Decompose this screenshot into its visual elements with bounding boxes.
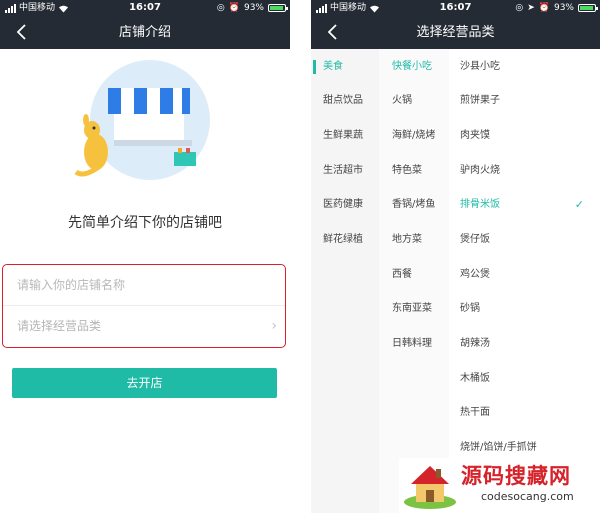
category-item[interactable]: 生活超市 [311,165,379,177]
category-item[interactable]: 美食 [311,61,379,73]
alarm-icon: ⏰ [228,3,240,13]
subcategory-item[interactable]: 快餐小吃 [379,61,449,73]
item-option[interactable]: 胡辣汤 [449,338,600,350]
store-intro-screen: 中国移动 16:07 ◎ ⏰ 93% 店铺介绍 先简单介绍下你的店铺吧 请输入你… [0,0,290,513]
open-store-button[interactable]: 去开店 [12,368,277,398]
subcategory-item[interactable]: 地方菜 [379,234,449,246]
battery-percent: 93% [553,3,574,13]
subcategory-item[interactable]: 特色菜 [379,165,449,177]
nav-bar: 选择经营品类 [311,16,600,49]
category-item[interactable]: 医药健康 [311,199,379,211]
checkmark-icon: ✓ [574,198,584,211]
store-name-row [3,265,285,306]
category-item[interactable]: 甜点饮品 [311,95,379,107]
store-form: 请选择经营品类 › [2,264,286,348]
subcategory-item[interactable]: 日韩料理 [379,338,449,350]
category-select-screen: 中国移动 16:07 ◎ ➤ ⏰ 93% 选择经营品类 美食 甜点饮品 生鲜果蔬… [311,0,600,513]
category-item[interactable]: 鲜花绿植 [311,234,379,246]
watermark-text-cn: 源码搜藏网 [461,464,571,488]
subcategory-item[interactable]: 海鲜/烧烤 [379,130,449,142]
orientation-lock-icon: ◎ [515,3,524,13]
category-select-placeholder: 请选择经营品类 [17,319,102,333]
category-column: 美食 甜点饮品 生鲜果蔬 生活超市 医药健康 鲜花绿植 [311,49,379,513]
orientation-lock-icon: ◎ [216,3,225,13]
subcategory-column: 快餐小吃 火锅 海鲜/烧烤 特色菜 香锅/烤鱼 地方菜 西餐 东南亚菜 日韩料理 [379,49,449,513]
alarm-icon: ⏰ [538,3,550,13]
store-illustration [74,60,210,180]
item-option[interactable]: 煎饼果子 [449,95,600,107]
subcategory-item[interactable]: 东南亚菜 [379,303,449,315]
chevron-right-icon: › [271,318,277,334]
store-name-input[interactable] [17,278,247,292]
item-option[interactable]: 鸡公煲 [449,269,600,281]
item-option[interactable]: 砂锅 [449,303,600,315]
item-option[interactable]: 肉夹馍 [449,130,600,142]
item-option[interactable]: 木桶饭 [449,373,600,385]
nav-bar: 店铺介绍 [0,16,290,49]
item-option[interactable]: 沙县小吃 [449,61,600,73]
battery-icon [268,4,288,12]
subcategory-item[interactable]: 西餐 [379,269,449,281]
page-title: 店铺介绍 [118,25,171,40]
category-item[interactable]: 生鲜果蔬 [311,130,379,142]
subcategory-item[interactable]: 香锅/烤鱼 [379,199,449,211]
item-option[interactable]: 热干面 [449,407,600,419]
category-select-row[interactable]: 请选择经营品类 › [3,306,285,347]
battery-icon [578,4,598,12]
status-bar: 中国移动 16:07 ◎ ⏰ 93% [0,0,290,16]
intro-text: 先简单介绍下你的店铺吧 [68,215,222,231]
item-option[interactable]: 驴肉火烧 [449,165,600,177]
item-option[interactable]: 烧饼/馅饼/手抓饼 [449,442,600,454]
watermark-text-en: codesocang.com [481,490,574,503]
house-logo-icon [404,466,456,509]
page-title: 选择经营品类 [416,25,495,40]
location-icon: ➤ [527,3,535,13]
item-option[interactable]: 煲仔饭 [449,234,600,246]
item-column: 沙县小吃 煎饼果子 肉夹馍 驴肉火烧 排骨米饭 ✓ 煲仔饭 鸡公煲 砂锅 胡辣汤… [449,49,600,513]
watermark: 源码搜藏网 codesocang.com [399,458,599,513]
battery-percent: 93% [243,3,264,13]
status-bar: 中国移动 16:07 ◎ ➤ ⏰ 93% [311,0,600,16]
subcategory-item[interactable]: 火锅 [379,95,449,107]
